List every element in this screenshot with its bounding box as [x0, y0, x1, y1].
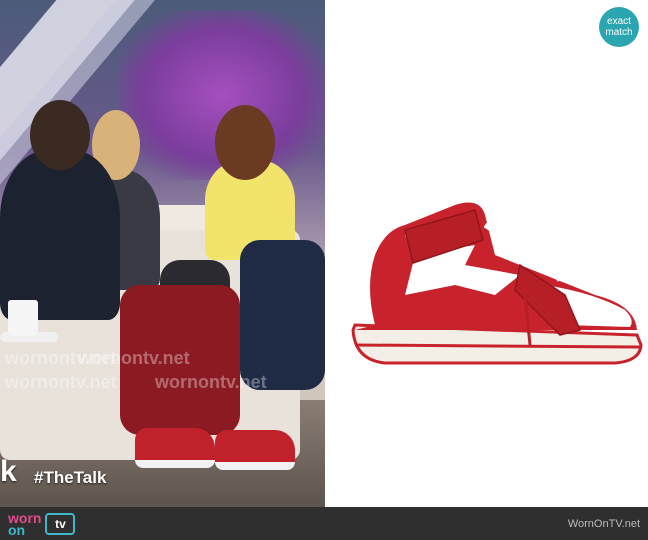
wornontv-logo[interactable]: worn on tv	[8, 511, 76, 537]
mug	[8, 300, 38, 336]
show-hashtag: #TheTalk	[34, 468, 107, 487]
watermark: wornontv.net	[78, 348, 190, 368]
site-link[interactable]: WornOnTV.net	[568, 518, 640, 530]
exact-match-badge: exact match	[599, 7, 639, 47]
watermark: wornontv.net	[155, 372, 267, 392]
product-panel[interactable]: exact match	[325, 0, 648, 507]
sneaker-icon[interactable]	[345, 185, 645, 385]
watermark: wornontv.net	[5, 372, 117, 392]
page: wornontv.net wornontv.net wornontv.net w…	[0, 0, 648, 540]
host-legs	[240, 240, 325, 390]
tv-icon: tv	[45, 512, 76, 535]
host-head	[215, 105, 275, 180]
worn-sneaker-left	[135, 428, 215, 468]
footer-bar: worn on tv WornOnTV.net	[0, 507, 648, 540]
worn-sneaker-right	[215, 430, 295, 470]
badge-line-2: match	[605, 27, 633, 38]
guest-body	[0, 150, 120, 320]
guest-head	[30, 100, 90, 170]
brand-wordmark: worn on	[8, 511, 41, 537]
show-logo: k	[0, 455, 17, 488]
badge-line-1: exact	[607, 16, 631, 27]
tv-still-image[interactable]: wornontv.net wornontv.net wornontv.net w…	[0, 0, 325, 507]
